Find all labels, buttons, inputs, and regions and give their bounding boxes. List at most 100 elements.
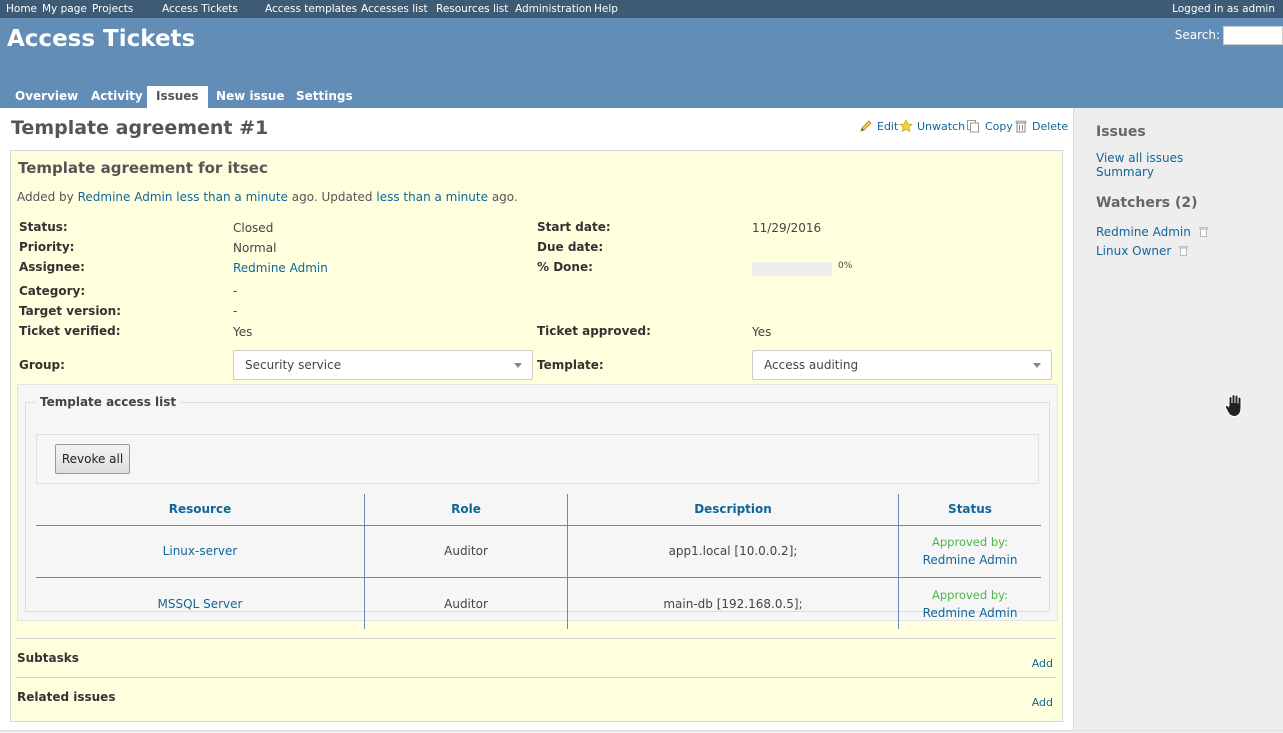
- top-menu-projects[interactable]: Projects: [92, 3, 133, 15]
- issue-author-line: Added by Redmine Admin less than a minut…: [17, 190, 518, 204]
- status-label: Status:: [19, 220, 68, 234]
- resource-link[interactable]: MSSQL Server: [36, 597, 364, 611]
- table-row-description: main-db [192.168.0.5];: [568, 579, 898, 632]
- approver-link[interactable]: Redmine Admin: [899, 606, 1041, 620]
- chevron-down-icon: [1033, 363, 1041, 368]
- top-menu-accesses-list[interactable]: Accesses list: [361, 3, 428, 15]
- watcher-link[interactable]: Redmine Admin: [1096, 225, 1191, 239]
- copy-icon: [967, 120, 979, 133]
- sidebar-issues-title: Issues: [1096, 124, 1146, 140]
- assignee-label: Assignee:: [19, 260, 85, 274]
- subtasks-section: Subtasks Add: [16, 638, 1056, 677]
- tab-overview[interactable]: Overview: [6, 86, 87, 108]
- table-row-status: Approved by: Redmine Admin: [899, 526, 1041, 579]
- tab-settings[interactable]: Settings: [287, 86, 362, 108]
- watcher-item: Redmine Admin: [1096, 225, 1208, 239]
- star-icon: [899, 119, 913, 133]
- ticket-approved-value: Yes: [752, 325, 772, 339]
- author-suffix: ago.: [491, 190, 518, 204]
- done-label: % Done:: [537, 260, 593, 274]
- template-label: Template:: [537, 358, 604, 372]
- tab-activity[interactable]: Activity: [82, 86, 152, 108]
- summary-link[interactable]: Summary: [1096, 165, 1154, 179]
- column-header-description[interactable]: Description: [568, 494, 898, 525]
- group-label: Group:: [19, 358, 65, 372]
- trash-icon[interactable]: [1179, 245, 1188, 256]
- priority-label: Priority:: [19, 240, 75, 254]
- category-label: Category:: [19, 284, 86, 298]
- role-value: Auditor: [444, 597, 488, 611]
- approver-link[interactable]: Redmine Admin: [899, 553, 1041, 567]
- ticket-verified-label: Ticket verified:: [19, 324, 121, 338]
- sidebar: Issues View all issues Summary Watchers …: [1073, 108, 1283, 730]
- table-row-role: Auditor: [365, 526, 567, 579]
- access-list-actions: Revoke all: [36, 434, 1039, 484]
- top-menu-resources-list[interactable]: Resources list: [436, 3, 508, 15]
- table-row-resource: MSSQL Server: [36, 579, 364, 632]
- top-menu-access-tickets[interactable]: Access Tickets: [162, 3, 238, 15]
- assignee-link[interactable]: Redmine Admin: [233, 261, 328, 275]
- add-related-link[interactable]: Add: [1032, 696, 1053, 709]
- watcher-link[interactable]: Linux Owner: [1096, 244, 1171, 258]
- unwatch-button[interactable]: Unwatch: [917, 120, 965, 133]
- top-menu-help[interactable]: Help: [594, 3, 618, 15]
- revoke-all-button[interactable]: Revoke all: [55, 444, 130, 474]
- hand-cursor-icon: [1224, 393, 1242, 418]
- description-value: app1.local [10.0.0.2];: [668, 544, 798, 558]
- subtasks-title: Subtasks: [17, 651, 79, 665]
- author-middle: ago. Updated: [291, 190, 373, 204]
- group-select[interactable]: Security service: [233, 350, 533, 380]
- column-header-role[interactable]: Role: [365, 494, 567, 525]
- access-list-legend: Template access list: [35, 395, 182, 409]
- top-menu-access-templates[interactable]: Access templates: [265, 3, 357, 15]
- tab-issues[interactable]: Issues: [147, 86, 208, 108]
- header: Access Tickets Search: Overview Activity…: [0, 18, 1283, 108]
- target-version-label: Target version:: [19, 304, 122, 318]
- edit-button[interactable]: Edit: [877, 120, 898, 133]
- chevron-down-icon: [514, 363, 522, 368]
- done-progress-bar: [752, 262, 832, 276]
- column-header-resource[interactable]: Resource: [36, 494, 364, 525]
- ticket-approved-label: Ticket approved:: [537, 324, 651, 338]
- author-link[interactable]: Redmine Admin: [78, 190, 173, 204]
- search-input[interactable]: [1223, 26, 1283, 45]
- template-select-value: Access auditing: [764, 358, 859, 372]
- category-value: -: [233, 284, 238, 298]
- sidebar-watchers-title: Watchers (2): [1096, 195, 1198, 211]
- description-value: main-db [192.168.0.5];: [663, 597, 803, 611]
- issue-details: Template agreement for itsec Added by Re…: [10, 150, 1063, 722]
- resource-link[interactable]: Linux-server: [36, 544, 364, 558]
- top-menu: Home My page Projects Access Tickets Acc…: [0, 0, 1283, 18]
- table-row-description: app1.local [10.0.0.2];: [568, 526, 898, 579]
- table-row-role: Auditor: [365, 579, 567, 632]
- top-menu-administration[interactable]: Administration: [515, 3, 592, 15]
- tab-new-issue[interactable]: New issue: [207, 86, 294, 108]
- view-all-issues-link[interactable]: View all issues: [1096, 151, 1183, 165]
- copy-button[interactable]: Copy: [985, 120, 1013, 133]
- top-menu-home[interactable]: Home: [6, 3, 37, 15]
- ticket-verified-value: Yes: [233, 325, 253, 339]
- group-select-value: Security service: [245, 358, 342, 372]
- start-date-label: Start date:: [537, 220, 611, 234]
- add-subtask-link[interactable]: Add: [1032, 657, 1053, 670]
- table-row-status: Approved by: Redmine Admin: [899, 579, 1041, 632]
- template-select[interactable]: Access auditing: [752, 350, 1052, 380]
- column-header-status[interactable]: Status: [899, 494, 1041, 525]
- page-title: Template agreement #1: [11, 117, 269, 139]
- due-date-label: Due date:: [537, 240, 604, 254]
- top-menu-my-page[interactable]: My page: [42, 3, 87, 15]
- pencil-icon: [860, 120, 872, 132]
- added-time-link[interactable]: less than a minute: [176, 190, 288, 204]
- trash-icon: [1015, 120, 1027, 133]
- start-date-value: 11/29/2016: [752, 221, 822, 235]
- status-value: Closed: [233, 221, 274, 235]
- updated-time-link[interactable]: less than a minute: [376, 190, 488, 204]
- content: Template agreement #1 Edit Unwatch Copy …: [0, 108, 1073, 730]
- template-access-list: Revoke all Resource Role Description Sta…: [17, 384, 1058, 629]
- status-approved: Approved by:: [932, 588, 1008, 602]
- table-row-resource: Linux-server: [36, 526, 364, 579]
- watcher-item: Linux Owner: [1096, 244, 1188, 258]
- trash-icon[interactable]: [1198, 226, 1208, 237]
- status-approved: Approved by:: [932, 535, 1008, 549]
- delete-button[interactable]: Delete: [1032, 120, 1068, 133]
